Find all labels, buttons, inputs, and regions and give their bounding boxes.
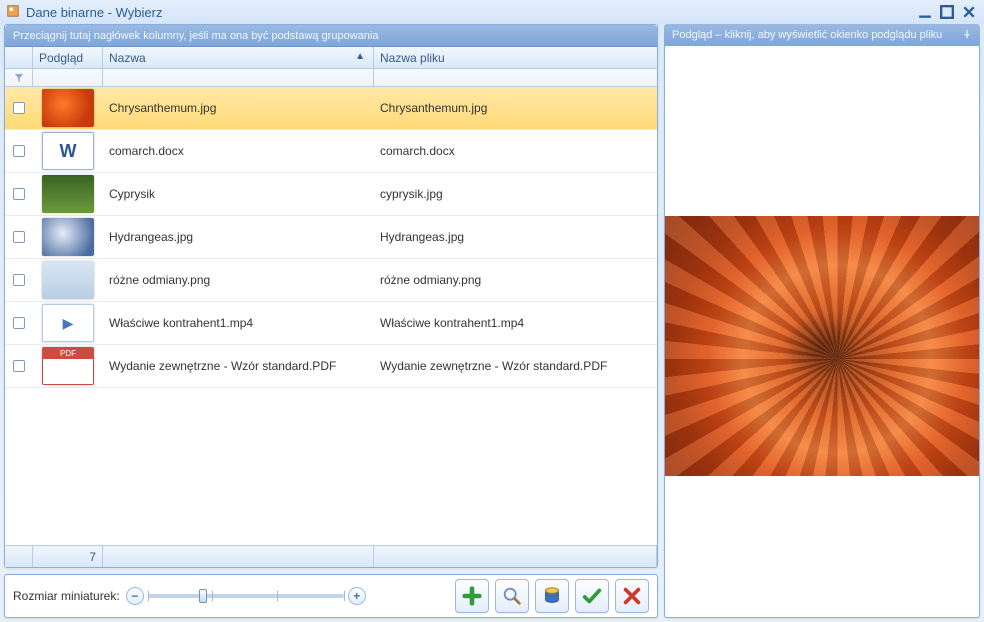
thumbnail-size-label: Rozmiar miniaturek: xyxy=(13,589,120,603)
table-row[interactable]: różne odmiany.pngróżne odmiany.png xyxy=(5,259,657,302)
bottom-toolbar: Rozmiar miniaturek: − + xyxy=(4,574,658,618)
col-header-name[interactable]: Nazwa ▲ xyxy=(103,47,374,68)
col-header-thumb[interactable]: Podgląd xyxy=(33,47,103,68)
row-file: Właściwe kontrahent1.mp4 xyxy=(374,314,657,332)
minimize-button[interactable] xyxy=(916,4,934,20)
col-header-checkbox[interactable] xyxy=(5,47,33,68)
row-file: Wydanie zewnętrzne - Wzór standard.PDF xyxy=(374,357,657,375)
footer-name xyxy=(103,546,374,567)
database-button[interactable] xyxy=(535,579,569,613)
add-button[interactable] xyxy=(455,579,489,613)
row-checkbox[interactable] xyxy=(5,186,33,202)
footer-count: 7 xyxy=(33,546,103,567)
row-file: Chrysanthemum.jpg xyxy=(374,99,657,117)
preview-header[interactable]: Podgląd – kliknij, aby wyświetlić okienk… xyxy=(664,24,980,46)
row-thumbnail xyxy=(33,173,103,215)
row-name: Wydanie zewnętrzne - Wzór standard.PDF xyxy=(103,357,374,375)
table-row[interactable]: Właściwe kontrahent1.mp4Właściwe kontrah… xyxy=(5,302,657,345)
preview-spacer xyxy=(665,46,979,216)
slider-track[interactable] xyxy=(148,594,344,598)
table-row[interactable]: Cyprysikcyprysik.jpg xyxy=(5,173,657,216)
grid-panel: Przeciągnij tutaj nagłówek kolumny, jeśl… xyxy=(4,24,658,568)
row-file: cyprysik.jpg xyxy=(374,185,657,203)
titlebar: Dane binarne - Wybierz xyxy=(0,0,984,24)
thumbnail-size-slider[interactable]: − + xyxy=(126,587,366,605)
preview-header-label: Podgląd – kliknij, aby wyświetlić okienk… xyxy=(672,29,942,41)
table-row[interactable]: Chrysanthemum.jpgChrysanthemum.jpg xyxy=(5,87,657,130)
search-button[interactable] xyxy=(495,579,529,613)
footer-sel xyxy=(5,546,33,567)
filter-funnel-icon[interactable] xyxy=(5,69,33,86)
col-header-file[interactable]: Nazwa pliku xyxy=(374,47,657,68)
cancel-button[interactable] xyxy=(615,579,649,613)
row-name: różne odmiany.png xyxy=(103,271,374,289)
pin-icon[interactable] xyxy=(962,29,972,42)
grid-rows: Chrysanthemum.jpgChrysanthemum.jpgcomarc… xyxy=(5,87,657,545)
row-checkbox[interactable] xyxy=(5,229,33,245)
grid-header: Podgląd Nazwa ▲ Nazwa pliku xyxy=(5,47,657,69)
table-row[interactable]: Wydanie zewnętrzne - Wzór standard.PDFWy… xyxy=(5,345,657,388)
row-thumbnail xyxy=(33,130,103,172)
row-thumbnail xyxy=(33,259,103,301)
row-file: różne odmiany.png xyxy=(374,271,657,289)
filter-row xyxy=(5,69,657,87)
row-checkbox[interactable] xyxy=(5,358,33,374)
sort-asc-icon: ▲ xyxy=(355,51,365,62)
row-thumbnail xyxy=(33,302,103,344)
close-button[interactable] xyxy=(960,4,978,20)
filter-file[interactable] xyxy=(374,69,657,86)
row-thumbnail xyxy=(33,216,103,258)
row-name: Właściwe kontrahent1.mp4 xyxy=(103,314,374,332)
row-checkbox[interactable] xyxy=(5,272,33,288)
row-name: Hydrangeas.jpg xyxy=(103,228,374,246)
preview-image xyxy=(665,216,979,476)
row-thumbnail xyxy=(33,345,103,387)
filter-thumb[interactable] xyxy=(33,69,103,86)
col-header-name-label: Nazwa xyxy=(109,51,146,65)
table-row[interactable]: Hydrangeas.jpgHydrangeas.jpg xyxy=(5,216,657,259)
preview-body xyxy=(664,46,980,618)
group-by-bar[interactable]: Przeciągnij tutaj nagłówek kolumny, jeśl… xyxy=(5,25,657,47)
row-file: Hydrangeas.jpg xyxy=(374,228,657,246)
footer-file xyxy=(374,546,657,567)
row-name: Chrysanthemum.jpg xyxy=(103,99,374,117)
row-checkbox[interactable] xyxy=(5,100,33,116)
row-checkbox[interactable] xyxy=(5,315,33,331)
slider-thumb[interactable] xyxy=(199,589,207,603)
table-row[interactable]: comarch.docxcomarch.docx xyxy=(5,130,657,173)
maximize-button[interactable] xyxy=(938,4,956,20)
zoom-in-button[interactable]: + xyxy=(348,587,366,605)
zoom-out-button[interactable]: − xyxy=(126,587,144,605)
row-file: comarch.docx xyxy=(374,142,657,160)
grid-footer: 7 xyxy=(5,545,657,567)
row-name: comarch.docx xyxy=(103,142,374,160)
filter-name[interactable] xyxy=(103,69,374,86)
row-checkbox[interactable] xyxy=(5,143,33,159)
row-name: Cyprysik xyxy=(103,185,374,203)
app-icon xyxy=(6,4,20,21)
window-title: Dane binarne - Wybierz xyxy=(26,5,912,20)
confirm-button[interactable] xyxy=(575,579,609,613)
row-thumbnail xyxy=(33,87,103,129)
